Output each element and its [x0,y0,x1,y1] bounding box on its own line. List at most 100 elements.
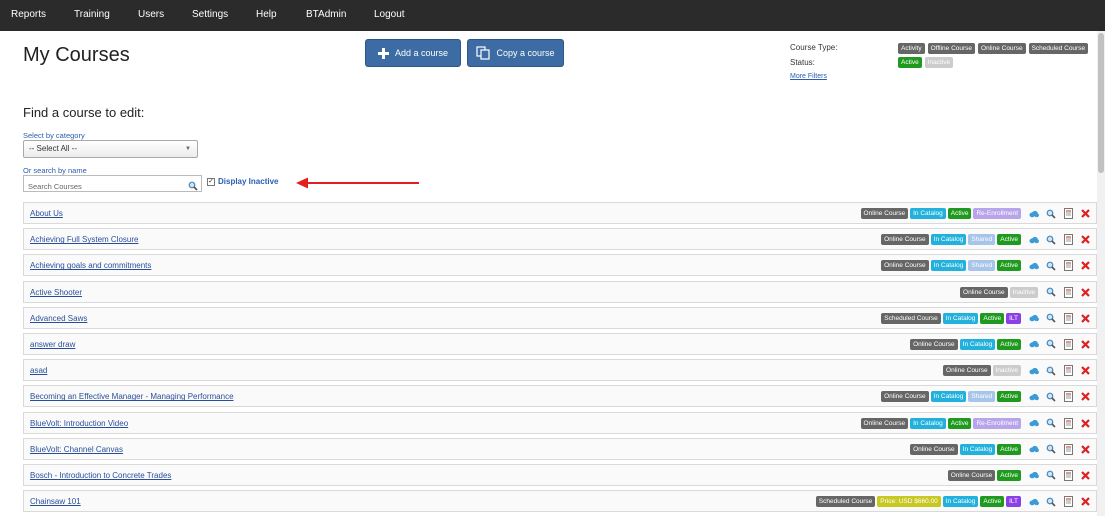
search-icon[interactable] [188,178,198,196]
course-tag-badge: Online Course [881,234,929,246]
report-document-icon[interactable] [1063,443,1073,455]
display-inactive-checkbox[interactable]: ✓ [207,177,215,186]
preview-search-icon[interactable] [1046,260,1056,271]
preview-search-icon[interactable] [1046,339,1056,350]
course-name-link[interactable]: asad [30,366,47,375]
report-document-icon[interactable] [1063,496,1073,508]
delete-x-icon[interactable] [1080,365,1090,376]
course-tag-badge: In Catalog [910,417,946,429]
delete-x-icon[interactable] [1080,496,1090,507]
course-name-link[interactable]: Chainsaw 101 [30,497,81,506]
nav-help[interactable]: Help [256,9,277,20]
course-name-link[interactable]: Achieving goals and commitments [30,261,151,270]
course-row-actions: Online Course In Catalog Active Re-Enrollme… [860,417,1090,429]
delete-x-icon[interactable] [1080,391,1090,402]
delete-x-icon[interactable] [1080,470,1090,481]
delete-x-icon[interactable] [1080,418,1090,429]
filter-scheduled-course[interactable]: Scheduled Course [1028,43,1089,54]
course-tag-badge: In Catalog [942,312,979,324]
nav-users[interactable]: Users [138,9,164,20]
report-document-icon[interactable] [1063,208,1073,219]
delete-x-icon[interactable] [1080,208,1090,219]
course-name-link[interactable]: Becoming an Effective Manager - Managing… [30,392,234,401]
report-document-icon[interactable] [1063,260,1073,272]
cloud-icon[interactable] [1029,234,1039,245]
category-select[interactable]: -- Select All -- ▼ [23,140,198,158]
preview-search-icon[interactable] [1046,208,1056,219]
course-name-link[interactable]: BlueVolt: Channel Canvas [30,445,123,454]
course-action-icons [1029,391,1090,403]
course-action-icons [1029,496,1090,508]
preview-search-icon[interactable] [1046,391,1056,402]
delete-x-icon[interactable] [1080,234,1090,245]
cloud-icon[interactable] [1029,260,1039,271]
course-action-icons [1029,312,1090,324]
cloud-icon[interactable] [1029,444,1039,455]
more-filters-link[interactable]: More Filters [790,73,827,80]
course-tag-badge: Scheduled Course [881,312,941,324]
report-document-icon[interactable] [1063,286,1073,298]
nav-logout[interactable]: Logout [374,9,405,20]
delete-x-icon[interactable] [1080,287,1090,298]
cloud-icon[interactable] [1029,391,1039,402]
course-name-link[interactable]: answer draw [30,340,75,349]
course-row: Active Shooter Online Course Inactive [23,280,1097,303]
add-course-button[interactable]: Add a course [365,39,461,67]
course-tag-badge: Shared [968,391,996,403]
filter-online-course[interactable]: Online Course [978,43,1026,54]
course-tag-badge: In Catalog [959,338,996,350]
preview-search-icon[interactable] [1046,444,1056,455]
copy-course-button[interactable]: Copy a course [467,39,564,67]
search-input[interactable] [24,179,184,194]
red-arrow-annotation [296,176,420,194]
delete-x-icon[interactable] [1080,444,1090,455]
cloud-icon[interactable] [1029,418,1039,429]
report-document-icon[interactable] [1063,391,1073,403]
report-document-icon[interactable] [1063,234,1073,246]
delete-x-icon[interactable] [1080,260,1090,271]
filter-activity[interactable]: Activity [898,43,925,54]
nav-training[interactable]: Training [74,9,110,20]
preview-search-icon[interactable] [1046,313,1056,324]
cloud-icon[interactable] [1029,496,1039,507]
course-name-link[interactable]: Bosch - Introduction to Concrete Trades [30,471,171,480]
plus-icon [377,47,389,59]
course-name-link[interactable]: BlueVolt: Introduction Video [30,419,128,428]
course-tag-badge: Active [997,443,1021,455]
cloud-icon[interactable] [1029,365,1039,376]
preview-search-icon[interactable] [1046,234,1056,245]
course-tag-badge: Re-Enrollment [973,417,1021,429]
nav-reports[interactable]: Reports [11,9,46,20]
report-document-icon[interactable] [1063,365,1073,377]
delete-x-icon[interactable] [1080,339,1090,350]
filter-inactive[interactable]: Inactive [924,57,954,68]
course-name-link[interactable]: About Us [30,209,63,218]
course-name-link[interactable]: Advanced Saws [30,314,87,323]
page-scrollbar[interactable] [1097,31,1105,516]
filter-offline-course[interactable]: Offline Course [927,43,976,54]
delete-x-icon[interactable] [1080,313,1090,324]
scrollbar-thumb[interactable] [1098,33,1104,173]
report-document-icon[interactable] [1063,312,1073,324]
report-document-icon[interactable] [1063,469,1073,481]
preview-search-icon[interactable] [1046,470,1056,481]
course-action-icons [1029,338,1090,350]
filter-active[interactable]: Active [898,57,922,68]
display-inactive-option[interactable]: ✓ Display Inactive [207,177,278,186]
nav-btadmin[interactable]: BTAdmin [306,9,346,20]
cloud-icon[interactable] [1029,313,1039,324]
preview-search-icon[interactable] [1046,418,1056,429]
course-action-icons [1029,443,1090,455]
course-name-link[interactable]: Achieving Full System Closure [30,235,138,244]
nav-settings[interactable]: Settings [192,9,228,20]
cloud-icon[interactable] [1029,208,1039,219]
cloud-icon[interactable] [1029,470,1039,481]
preview-search-icon[interactable] [1046,496,1056,507]
report-document-icon[interactable] [1063,417,1073,429]
preview-search-icon[interactable] [1046,365,1056,376]
cloud-icon[interactable] [1029,339,1039,350]
preview-search-icon[interactable] [1046,287,1056,298]
course-tag-badge: In Catalog [930,234,967,246]
report-document-icon[interactable] [1063,338,1073,350]
course-name-link[interactable]: Active Shooter [30,288,82,297]
